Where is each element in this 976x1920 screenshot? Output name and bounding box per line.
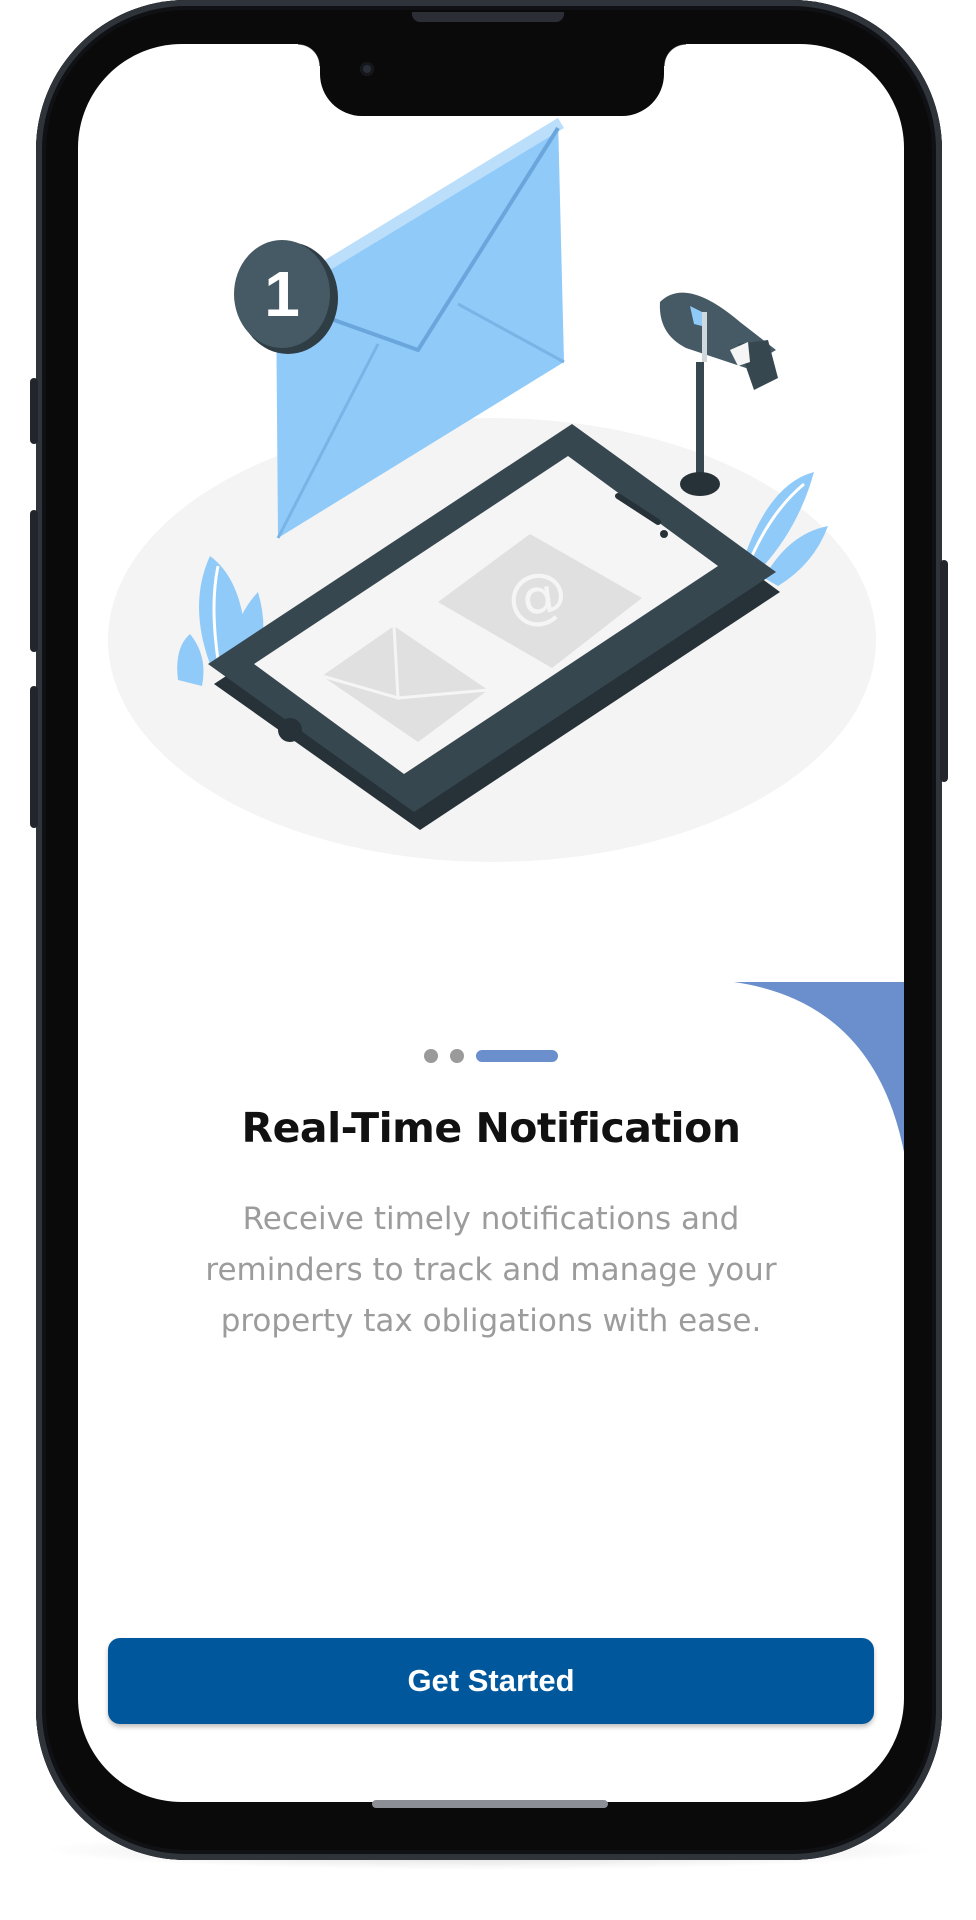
side-button-volume-up xyxy=(30,510,38,652)
page-dot-active xyxy=(476,1050,558,1062)
page-indicator xyxy=(78,1046,904,1066)
top-speaker xyxy=(412,12,564,22)
front-camera xyxy=(360,62,374,76)
onboarding-title: Real-Time Notification xyxy=(241,1104,741,1152)
svg-text:@: @ xyxy=(503,557,572,635)
badge-count: 1 xyxy=(264,258,300,330)
side-button-power xyxy=(940,560,948,782)
page-dot xyxy=(424,1049,438,1063)
app-screen: 1 @ Real-Time Notification Receive timel… xyxy=(78,44,904,1802)
home-indicator[interactable] xyxy=(372,1800,608,1808)
notification-illustration: 1 @ xyxy=(108,118,876,862)
page-dot xyxy=(450,1049,464,1063)
get-started-button[interactable]: Get Started xyxy=(108,1638,874,1724)
notch xyxy=(298,44,686,116)
onboarding-description: Receive timely notifications and reminde… xyxy=(205,1201,777,1339)
notification-badge: 1 xyxy=(234,240,338,354)
side-button-mute xyxy=(30,378,38,444)
side-button-volume-down xyxy=(30,686,38,828)
